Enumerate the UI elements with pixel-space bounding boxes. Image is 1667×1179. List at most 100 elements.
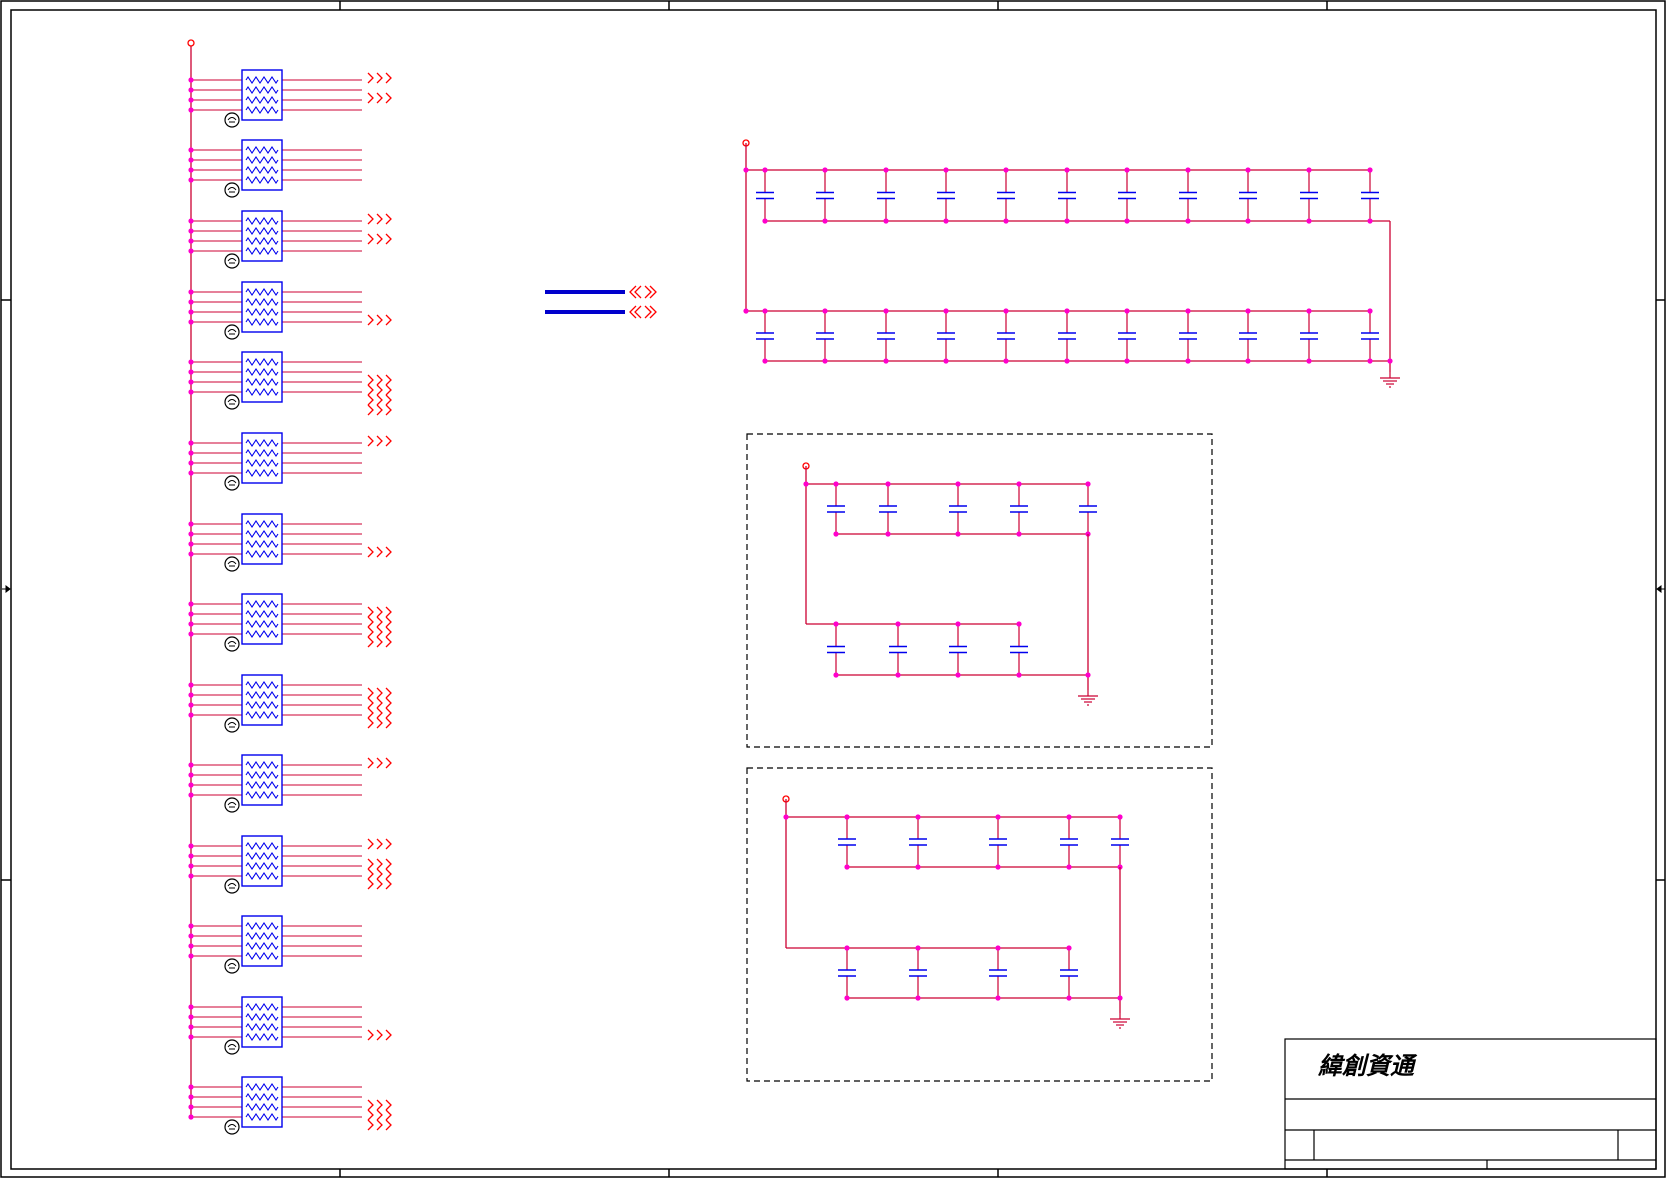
chevron <box>385 707 392 719</box>
junction-dot <box>1016 621 1022 627</box>
offpage-chevron-icon <box>367 233 392 245</box>
offpage-chevron-icon <box>367 435 392 447</box>
junction-dot <box>1367 167 1373 173</box>
offpage-chevron-icon <box>629 285 657 319</box>
offpage-chevron-icon <box>367 314 392 326</box>
junction-dot <box>188 359 194 365</box>
chevron <box>367 1029 374 1041</box>
chevron <box>376 636 383 648</box>
junction-dot <box>188 692 194 698</box>
junction-dot <box>822 167 828 173</box>
junction-dot <box>915 995 921 1001</box>
capacitor-group-2 <box>782 795 1130 1029</box>
offpage-chevron-icon <box>367 384 392 396</box>
chevron <box>367 757 374 769</box>
junction-dot <box>1185 167 1191 173</box>
junction-dot <box>822 218 828 224</box>
junction-dot <box>915 864 921 870</box>
junction-dot <box>188 389 194 395</box>
junction-dot <box>188 943 194 949</box>
chevron <box>376 92 383 104</box>
chevron <box>385 626 392 638</box>
capacitor-icon <box>1239 311 1257 361</box>
offpage-chevron-icon <box>367 878 392 890</box>
junction-dot <box>188 601 194 607</box>
capacitor-icon <box>1060 817 1078 867</box>
resistor-network <box>188 915 362 974</box>
chevron <box>367 404 374 416</box>
junction-dot <box>1306 218 1312 224</box>
resistor-network <box>188 1076 392 1135</box>
chevron <box>385 757 392 769</box>
resistor-network <box>188 835 392 894</box>
ground-icon <box>1110 1013 1130 1029</box>
junction-dot <box>188 1004 194 1010</box>
junction-dot <box>943 308 949 314</box>
junction-dot <box>188 792 194 798</box>
junction-dot <box>188 289 194 295</box>
junction-dot <box>188 167 194 173</box>
chevron <box>367 616 374 628</box>
offpage-chevron-icon <box>367 838 392 850</box>
chevron <box>367 394 374 406</box>
chevron <box>367 374 374 386</box>
bus-connectors <box>545 285 657 319</box>
chevron <box>385 213 392 225</box>
junction-dot <box>883 358 889 364</box>
junction-dot <box>1003 308 1009 314</box>
rpack-tag-icon <box>224 797 240 813</box>
junction-dot <box>955 481 961 487</box>
capacitor-icon <box>1361 170 1379 221</box>
capacitor-icon <box>816 311 834 361</box>
chevron <box>385 233 392 245</box>
capacitor-icon <box>827 624 845 675</box>
capacitor-icon <box>1300 311 1318 361</box>
chevron <box>367 72 374 84</box>
offpage-chevron-icon <box>367 92 392 104</box>
capacitor-icon <box>1058 170 1076 221</box>
junction-dot <box>883 218 889 224</box>
junction-dot <box>1016 672 1022 678</box>
junction-dot <box>1085 481 1091 487</box>
junction-dot <box>188 319 194 325</box>
offpage-chevron-icon <box>367 213 392 225</box>
junction-dot <box>762 308 768 314</box>
rpack-tag-icon <box>224 717 240 733</box>
junction-dot <box>833 621 839 627</box>
junction-dot <box>188 97 194 103</box>
junction-dot <box>188 712 194 718</box>
chevron <box>367 878 374 890</box>
junction-dot <box>188 147 194 153</box>
capacitor-icon <box>1118 311 1136 361</box>
schematic-sheet: 緯創資通 <box>0 0 1666 1178</box>
junction-dot <box>995 864 1001 870</box>
junction-dot <box>1185 308 1191 314</box>
chevron <box>376 314 383 326</box>
capacitor-icon <box>838 948 856 998</box>
offpage-chevron-icon <box>367 606 392 618</box>
chevron <box>367 636 374 648</box>
junction-dot <box>1117 995 1123 1001</box>
junction-dot <box>743 308 749 314</box>
junction-dot <box>1245 308 1251 314</box>
chevron <box>385 717 392 729</box>
junction-dot <box>822 358 828 364</box>
dashed-group-box-2 <box>746 767 1213 1082</box>
junction-dot <box>995 814 1001 820</box>
chevron <box>367 1109 374 1121</box>
junction-dot <box>188 541 194 547</box>
resistor-network <box>188 674 392 733</box>
rpack-tag-icon <box>224 958 240 974</box>
capacitor-icon <box>1300 170 1318 221</box>
junction-dot <box>188 1104 194 1110</box>
chevron <box>385 404 392 416</box>
capacitor-icon <box>1239 170 1257 221</box>
chevron <box>367 1119 374 1131</box>
chevron <box>367 92 374 104</box>
chevron <box>385 1119 392 1131</box>
chevron <box>376 757 383 769</box>
power-port-circle-icon <box>187 39 195 47</box>
chevron <box>367 213 374 225</box>
chevron <box>367 314 374 326</box>
capacitor-icon <box>997 311 1015 361</box>
